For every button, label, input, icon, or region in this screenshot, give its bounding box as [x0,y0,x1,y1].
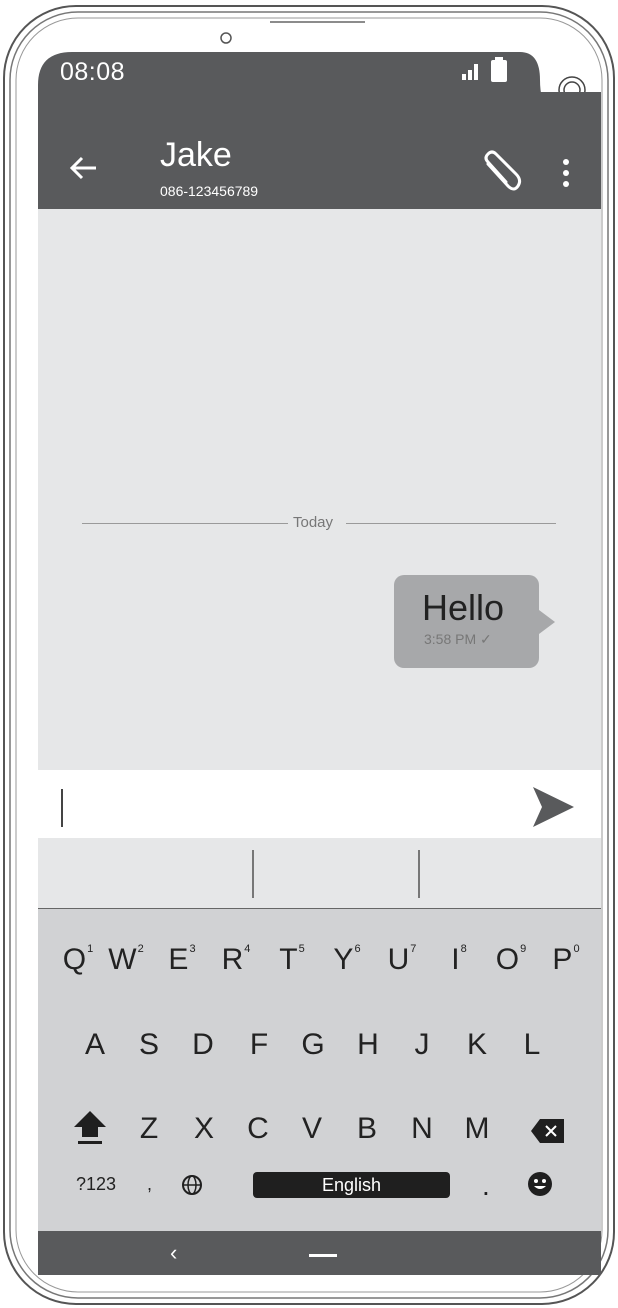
key-w[interactable]: W2 [104,943,148,977]
date-divider-label: Today [293,514,334,531]
message-bubble-tail [539,610,555,634]
shift-icon[interactable] [70,1107,110,1147]
globe-icon[interactable] [181,1174,203,1196]
key-i[interactable]: I8 [437,943,481,977]
period-key[interactable]: . [482,1170,490,1202]
key-y[interactable]: Y6 [325,943,369,977]
date-divider-line [346,523,556,524]
battery-icon [491,57,507,82]
key-z[interactable]: Z [127,1112,171,1146]
space-key[interactable]: English [253,1172,450,1198]
key-p[interactable]: P0 [544,943,588,977]
key-l[interactable]: L [510,1028,554,1062]
comma-key[interactable]: , [147,1174,152,1195]
key-s[interactable]: S [127,1028,171,1062]
key-x[interactable]: X [182,1112,226,1146]
key-k[interactable]: K [455,1028,499,1062]
nav-back-icon[interactable]: ‹ [170,1240,177,1266]
contact-phone: 086-123456789 [160,183,259,199]
send-icon[interactable] [528,782,578,832]
key-d[interactable]: D [181,1028,225,1062]
key-j[interactable]: J [400,1028,444,1062]
message-text: Hello [422,587,505,628]
key-a[interactable]: A [73,1028,117,1062]
message-input[interactable] [38,770,601,838]
key-r[interactable]: R4 [214,943,258,977]
key-n[interactable]: N [400,1112,444,1146]
key-m[interactable]: M [455,1112,499,1146]
date-divider-line [82,523,288,524]
system-nav-bar [38,1231,601,1275]
signal-icon [462,64,478,80]
emoji-icon[interactable] [527,1171,553,1197]
suggestion-strip [38,838,601,909]
paperclip-icon[interactable] [478,150,524,196]
symbols-key[interactable]: ?123 [76,1174,116,1195]
key-q[interactable]: Q1 [56,943,100,977]
key-f[interactable]: F [237,1028,281,1062]
back-arrow-icon[interactable] [66,150,102,186]
key-o[interactable]: O9 [489,943,533,977]
key-t[interactable]: T5 [270,943,314,977]
message-time: 3:58 PM ✓ [424,631,492,647]
chat-area [38,209,601,770]
suggestion-divider [418,850,420,898]
key-u[interactable]: U7 [380,943,424,977]
key-e[interactable]: E3 [160,943,204,977]
contact-name: Jake [160,136,232,174]
key-h[interactable]: H [346,1028,390,1062]
key-g[interactable]: G [291,1028,335,1062]
status-time: 08:08 [60,58,126,86]
key-v[interactable]: V [290,1112,334,1146]
nav-home-icon[interactable] [309,1254,337,1257]
key-c[interactable]: C [236,1112,280,1146]
key-b[interactable]: B [345,1112,389,1146]
suggestion-divider [252,850,254,898]
text-cursor [61,789,63,827]
backspace-icon[interactable] [530,1118,566,1144]
more-vert-icon[interactable] [556,156,576,190]
